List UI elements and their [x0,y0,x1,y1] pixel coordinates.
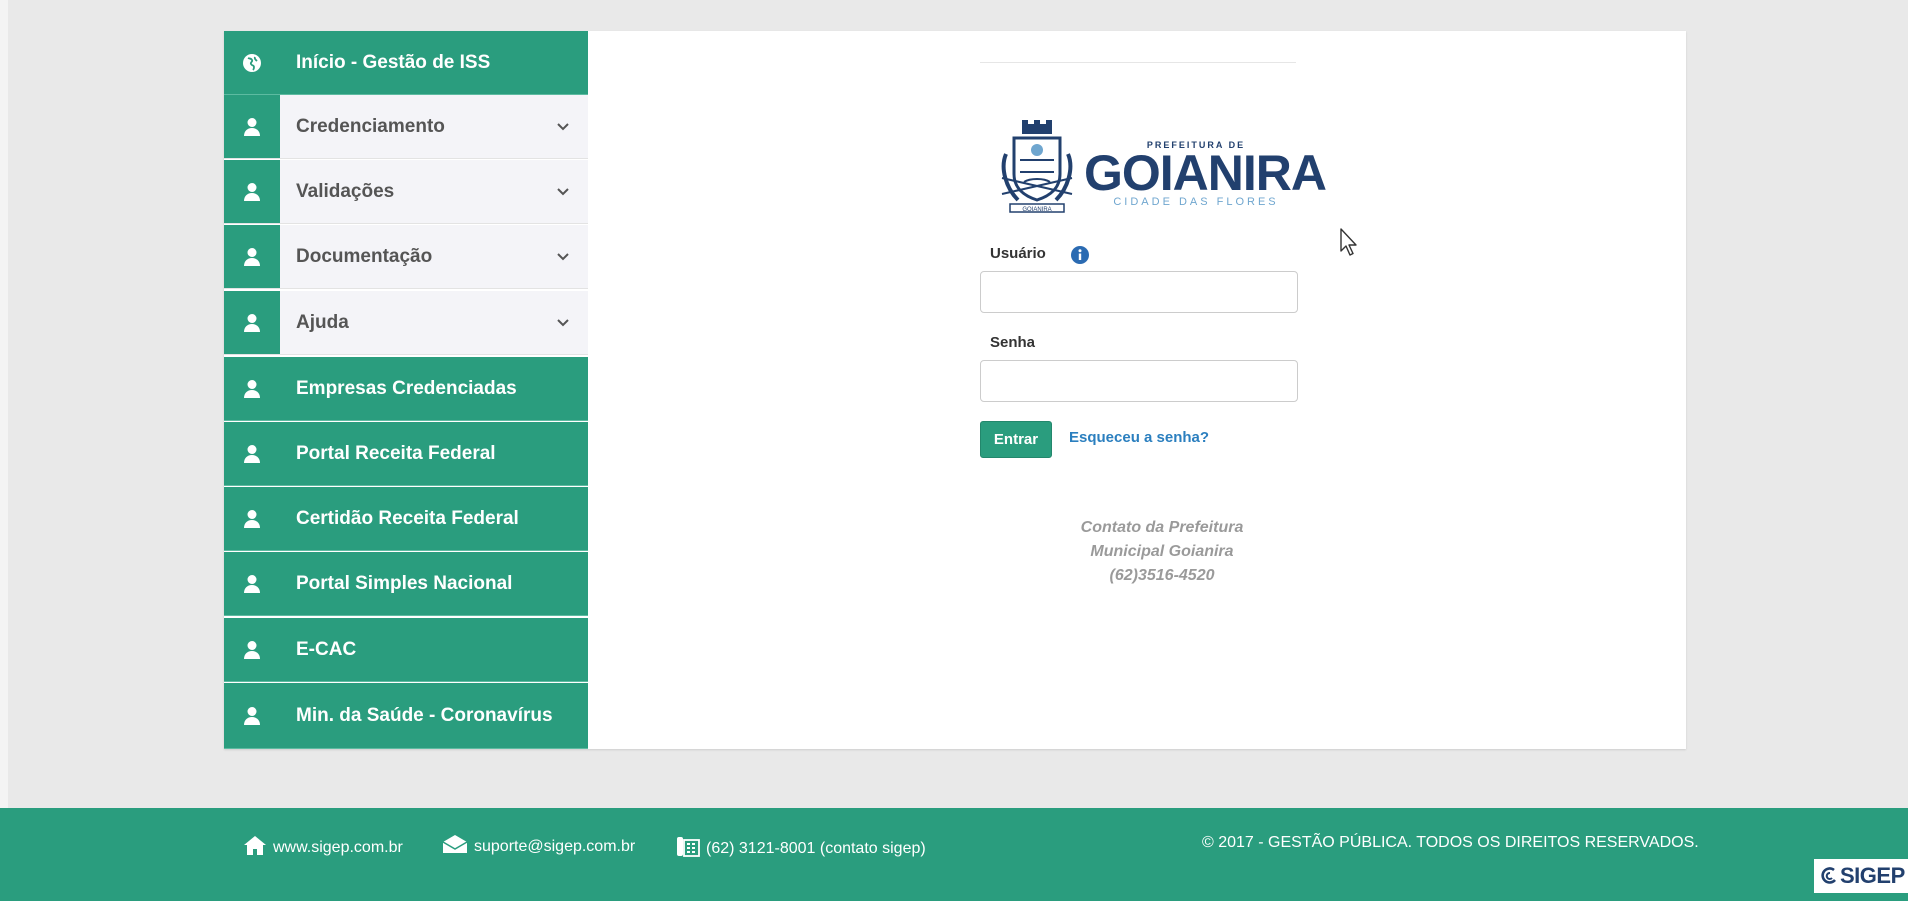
footer: www.sigep.com.br suporte@sigep.com.br (6… [0,808,1908,901]
user-label: Usuário [990,245,1046,262]
sidebar-item-label: Min. da Saúde - Coronavírus [296,704,553,726]
password-label: Senha [990,334,1036,351]
footer-website-link[interactable]: www.sigep.com.br [273,839,403,857]
sidebar-item-inicio[interactable]: Início - Gestão de ISS [224,31,588,95]
password-input[interactable] [980,360,1298,402]
contact-info: Contato da Prefeitura Municipal Goianira… [1040,516,1284,588]
sigep-swirl-icon [1821,867,1836,884]
footer-phone-text: (62) 3121-8001 (contato sigep) [706,839,926,857]
home-icon [243,834,267,861]
sidebar-item-ajuda[interactable]: Ajuda [224,291,588,355]
phone-icon [676,834,700,863]
user-icon [224,95,280,158]
logo-tagline: CIDADE DAS FLORES [1113,196,1279,208]
sidebar-item-min-saude-coronavirus[interactable]: Min. da Saúde - Coronavírus [224,683,588,749]
mouse-cursor-icon [1340,228,1360,261]
user-icon [224,357,280,420]
user-input[interactable] [980,271,1298,313]
user-icon [224,225,280,288]
user-icon [224,683,280,748]
footer-phone: (62) 3121-8001 (contato sigep) [676,834,926,863]
footer-email-link[interactable]: suporte@sigep.com.br [474,838,635,856]
sidebar-item-label: Credenciamento [296,115,445,137]
chevron-down-icon [552,252,574,261]
login-divider [980,62,1296,63]
contact-line: Municipal Goianira [1090,543,1234,560]
chevron-down-icon [552,318,574,327]
sidebar-nav: Início - Gestão de ISS Credenciamento Va… [224,31,588,749]
contact-line: Contato da Prefeitura [1080,519,1244,536]
user-icon [224,552,280,615]
sidebar-item-certidao-receita-federal[interactable]: Certidão Receita Federal [224,487,588,551]
sidebar-item-label: Portal Receita Federal [296,442,496,464]
sidebar-item-label: Certidão Receita Federal [296,507,519,529]
sidebar-item-empresas-credenciadas[interactable]: Empresas Credenciadas [224,357,588,421]
page-edge-strip [0,0,8,808]
sidebar-item-validacoes[interactable]: Validações [224,160,588,224]
sidebar-item-portal-receita-federal[interactable]: Portal Receita Federal [224,422,588,486]
sidebar-item-label: Ajuda [296,311,349,333]
sidebar-item-documentacao[interactable]: Documentação [224,225,588,289]
user-icon [224,487,280,550]
user-icon [224,160,280,223]
user-icon [224,291,280,354]
user-icon [224,422,280,485]
svg-text:GOIANIRA: GOIANIRA [1022,207,1051,213]
envelope-icon [442,834,468,859]
sidebar-item-label: Documentação [296,245,433,267]
footer-copyright: © 2017 - GESTÃO PÚBLICA. TODOS OS DIREIT… [1202,834,1699,851]
main-card: Início - Gestão de ISS Credenciamento Va… [224,31,1686,749]
sidebar-item-credenciamento[interactable]: Credenciamento [224,95,588,159]
forgot-password-link[interactable]: Esqueceu a senha? [1069,429,1209,446]
sidebar-item-label: Início - Gestão de ISS [296,51,491,73]
sigep-brand-logo: SIGEP [1814,859,1908,893]
footer-website[interactable]: www.sigep.com.br [243,834,403,861]
logo-name: GOIANIRA [1084,145,1327,201]
user-icon [224,618,280,681]
globe-icon [224,31,280,94]
chevron-down-icon [552,122,574,131]
contact-phone: (62)3516-4520 [1109,567,1215,584]
login-button[interactable]: Entrar [980,421,1052,458]
sidebar-item-label: Empresas Credenciadas [296,377,517,399]
info-icon[interactable] [1071,246,1089,269]
prefeitura-logo: GOIANIRA PREFEITURA DE GOIANIRA CIDADE D… [992,120,1327,226]
sidebar-item-label: Portal Simples Nacional [296,572,513,594]
sigep-brand-text: SIGEP [1840,863,1905,888]
sidebar-item-portal-simples-nacional[interactable]: Portal Simples Nacional [224,552,588,616]
sidebar-item-e-cac[interactable]: E-CAC [224,618,588,682]
sidebar-item-label: E-CAC [296,638,357,660]
footer-email[interactable]: suporte@sigep.com.br [442,834,635,859]
chevron-down-icon [552,187,574,196]
sidebar-item-label: Validações [296,180,395,202]
